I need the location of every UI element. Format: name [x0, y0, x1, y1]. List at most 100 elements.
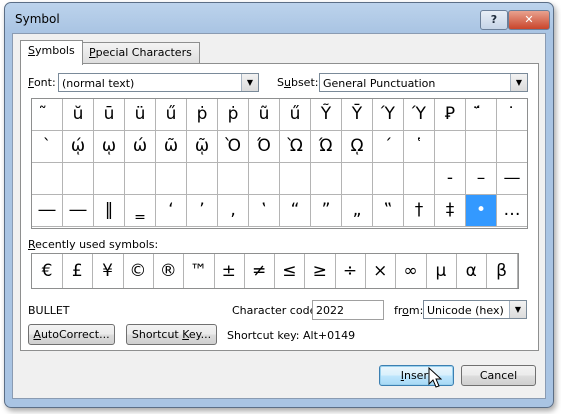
symbol-cell[interactable]: ű: [280, 99, 311, 131]
symbol-cell[interactable]: ‗: [125, 195, 156, 227]
symbol-cell[interactable]: ”: [311, 195, 342, 227]
recent-symbol-cell[interactable]: ≥: [305, 254, 336, 288]
symbol-cell[interactable]: [342, 163, 373, 195]
symbol-cell[interactable]: [280, 163, 311, 195]
symbol-cell[interactable]: ´: [373, 131, 404, 163]
recent-symbol-cell[interactable]: ®: [153, 254, 185, 288]
recent-symbol-cell[interactable]: ≠: [244, 254, 276, 288]
from-dropdown[interactable]: Unicode (hex) ▼: [423, 300, 527, 319]
tab-symbols[interactable]: Symbols: [20, 40, 83, 65]
recent-symbol-cell[interactable]: ≤: [274, 254, 306, 288]
recent-symbol-cell[interactable]: ∞: [396, 254, 427, 288]
symbol-cell[interactable]: [63, 163, 94, 195]
symbol-cell[interactable]: [156, 163, 187, 195]
symbol-cell[interactable]: …: [497, 195, 527, 227]
font-dropdown[interactable]: (normal text) ▼: [58, 73, 259, 92]
symbol-cell[interactable]: ῷ: [187, 131, 218, 163]
symbol-cell[interactable]: ‘: [156, 195, 187, 227]
autocorrect-button[interactable]: AutoCorrect...: [28, 324, 115, 345]
symbol-cell[interactable]: ’: [187, 195, 218, 227]
symbol-cell[interactable]: ―: [32, 195, 63, 227]
symbol-cell[interactable]: ŭ: [63, 99, 94, 131]
symbol-cell[interactable]: ‡: [435, 195, 466, 227]
symbol-cell[interactable]: Ώ: [311, 131, 342, 163]
symbol-cell[interactable]: ώ: [125, 131, 156, 163]
symbol-cell[interactable]: Ό: [249, 131, 280, 163]
symbol-cell[interactable]: [497, 131, 527, 163]
dialog-client: Symbols Ppecial Characters Font: (normal…: [12, 33, 546, 399]
recent-symbol-cell[interactable]: ×: [365, 254, 397, 288]
font-value: (normal text): [62, 77, 135, 90]
symbol-cell[interactable]: Ύ: [404, 99, 435, 131]
recent-symbol-cell[interactable]: ™: [184, 254, 215, 288]
symbol-cell[interactable]: ῾: [404, 131, 435, 163]
tab-special-key: P: [89, 46, 96, 59]
symbol-cell[interactable]: [218, 163, 249, 195]
symbol-cell[interactable]: ῼ: [342, 131, 373, 163]
symbol-cell[interactable]: [404, 163, 435, 195]
recent-symbol-cell[interactable]: ±: [214, 254, 245, 288]
tab-special-characters[interactable]: Ppecial Characters: [81, 42, 200, 63]
recent-symbol-cell[interactable]: µ: [426, 254, 457, 288]
symbol-cell[interactable]: †: [404, 195, 435, 227]
character-code-label: Character code:: [232, 304, 321, 317]
symbol-cell[interactable]: ū: [94, 99, 125, 131]
symbol-cell[interactable]: [373, 163, 404, 195]
recent-symbol-cell[interactable]: ©: [123, 254, 154, 288]
symbol-cell[interactable]: Ỹ: [311, 99, 342, 131]
character-code-field[interactable]: 2022: [312, 300, 384, 320]
symbol-cell[interactable]: Ύ: [373, 99, 404, 131]
recent-symbol-cell[interactable]: α: [456, 254, 488, 288]
insert-button[interactable]: Insert: [379, 365, 454, 386]
symbol-cell[interactable]: ͘: [497, 99, 527, 131]
symbol-cell[interactable]: [187, 163, 218, 195]
symbol-cell[interactable]: ῳ: [94, 131, 125, 163]
symbol-cell[interactable]: ü: [125, 99, 156, 131]
symbol-cell[interactable]: ṗ: [218, 99, 249, 131]
symbol-cell[interactable]: [311, 163, 342, 195]
symbol-cell[interactable]: „: [342, 195, 373, 227]
recent-symbol-cell[interactable]: £: [62, 254, 94, 288]
symbol-cell[interactable]: ̃: [32, 99, 63, 131]
symbol-cell[interactable]: ‐: [435, 163, 466, 195]
symbol-cell[interactable]: Ὼ: [280, 131, 311, 163]
symbol-cell[interactable]: [125, 163, 156, 195]
subset-dropdown[interactable]: General Punctuation ▼: [319, 73, 528, 92]
tab-symbols-key: S: [28, 44, 35, 57]
symbol-cell[interactable]: [94, 163, 125, 195]
help-button[interactable]: ?: [480, 10, 508, 30]
symbol-cell[interactable]: ‛: [249, 195, 280, 227]
symbol-cell[interactable]: [249, 163, 280, 195]
from-value: Unicode (hex): [427, 304, 504, 317]
recent-symbol-cell[interactable]: ÷: [335, 254, 366, 288]
shortcut-key-button[interactable]: Shortcut Key...: [126, 324, 217, 345]
symbol-cell[interactable]: Ȳ: [342, 99, 373, 131]
from-label: from:: [394, 304, 424, 317]
recent-symbol-cell[interactable]: €: [32, 254, 63, 288]
symbol-cell[interactable]: ̈́: [466, 99, 497, 131]
symbol-cell[interactable]: ű: [156, 99, 187, 131]
symbol-cell[interactable]: —: [497, 163, 527, 195]
close-button[interactable]: ✕: [508, 10, 550, 30]
symbol-cell[interactable]: ―: [63, 195, 94, 227]
recent-symbol-cell[interactable]: ¥: [93, 254, 124, 288]
recent-symbol-cell[interactable]: β: [487, 254, 518, 288]
symbol-cell-selected[interactable]: •: [466, 195, 497, 227]
symbol-cell[interactable]: ṗ: [187, 99, 218, 131]
symbol-cell[interactable]: Ὸ: [218, 131, 249, 163]
symbol-cell[interactable]: `: [32, 131, 63, 163]
symbol-cell[interactable]: ‖: [94, 195, 125, 227]
symbol-cell[interactable]: Ꝑ: [435, 99, 466, 131]
symbol-cell[interactable]: [32, 163, 63, 195]
symbol-cell[interactable]: –: [466, 163, 497, 195]
symbol-cell[interactable]: ῴ: [63, 131, 94, 163]
symbol-cell[interactable]: ‚: [218, 195, 249, 227]
symbol-cell[interactable]: ũ: [249, 99, 280, 131]
cancel-button[interactable]: Cancel: [461, 365, 536, 386]
symbol-grid: ̃ŭūüűṗṗũűỸȲΎΎꝐ̈́͘`ῴῳώῶῷῸΌῺΏῼ´῾‐–—――‖‗‘’‚…: [31, 98, 528, 229]
symbol-cell[interactable]: ῶ: [156, 131, 187, 163]
symbol-cell[interactable]: [435, 131, 466, 163]
symbol-cell[interactable]: [466, 131, 497, 163]
symbol-cell[interactable]: ‟: [373, 195, 404, 227]
symbol-cell[interactable]: “: [280, 195, 311, 227]
